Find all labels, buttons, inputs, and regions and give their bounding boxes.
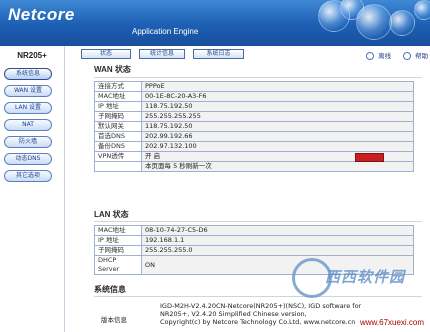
sidebar-item-lan-settings[interactable]: LAN 设置 bbox=[4, 102, 52, 114]
section-divider bbox=[94, 296, 422, 297]
table-row: 连接方式 PPPoE bbox=[94, 81, 414, 92]
wan-label: VPN透传 bbox=[94, 151, 142, 162]
lan-label: 子网掩码 bbox=[94, 245, 142, 256]
wan-value: 118.75.192.50 bbox=[141, 101, 414, 112]
lan-status-title: LAN 状态 bbox=[94, 210, 129, 219]
system-info-title: 系统信息 bbox=[94, 285, 126, 294]
table-row: MAC地址 08-10-74-27-C5-D6 bbox=[94, 225, 414, 236]
wan-value: 202.97.132.100 bbox=[141, 141, 414, 152]
wan-value: 202.99.192.66 bbox=[141, 131, 414, 142]
brand-logo: Netcore bbox=[8, 5, 75, 24]
table-row: 备份DNS 202.97.132.100 bbox=[94, 141, 414, 152]
wan-label: 首选DNS bbox=[94, 131, 142, 142]
offline-label: 离线 bbox=[378, 52, 392, 60]
help-label: 帮助 bbox=[415, 52, 429, 60]
site-url: www.67xuexi.com bbox=[360, 318, 425, 327]
sidebar-menu: 系统信息 WAN 设置 LAN 设置 NAT 防火墙 动态DNS 其它选项 bbox=[4, 68, 52, 187]
wan-label: 备份DNS bbox=[94, 141, 142, 152]
watermark: 西西软件园 bbox=[292, 258, 422, 298]
sidebar-item-other-options[interactable]: 其它选项 bbox=[4, 170, 52, 182]
table-row: 子网掩码 255.255.255.255 bbox=[94, 111, 414, 122]
table-row: IP 地址 118.75.192.50 bbox=[94, 101, 414, 112]
sidebar-item-dynamic-dns[interactable]: 动态DNS bbox=[4, 153, 52, 165]
table-row: 本页面每 5 秒刷新一次 bbox=[94, 161, 414, 172]
help-icon bbox=[403, 52, 411, 60]
section-divider bbox=[94, 77, 422, 78]
version-label: 版本信息 bbox=[101, 316, 127, 324]
version-line: IGD-M2H-V2.4.20CN-Netcore(NR205+)(NSC), … bbox=[160, 302, 362, 310]
offline-link[interactable]: 离线 bbox=[366, 50, 391, 60]
sidebar-item-wan-settings[interactable]: WAN 设置 bbox=[4, 85, 52, 97]
version-info: IGD-M2H-V2.4.20CN-Netcore(NR205+)(NSC), … bbox=[160, 302, 413, 332]
wan-label: 连接方式 bbox=[94, 81, 142, 92]
sidebar-item-firewall[interactable]: 防火墙 bbox=[4, 136, 52, 148]
help-link[interactable]: 帮助 bbox=[403, 50, 428, 60]
lan-value: 08-10-74-27-C5-D6 bbox=[141, 225, 414, 236]
tab-system-log[interactable]: 系统日志 bbox=[193, 49, 244, 59]
table-row: IP 地址 192.168.1.1 bbox=[94, 235, 414, 246]
lan-label: MAC地址 bbox=[94, 225, 142, 236]
wan-status-title: WAN 状态 bbox=[94, 65, 131, 74]
wan-value: 118.75.192.50 bbox=[141, 121, 414, 132]
app-subtitle: Application Engine bbox=[132, 27, 199, 36]
decorative-bubble bbox=[414, 0, 430, 20]
decorative-bubble bbox=[389, 10, 415, 36]
refresh-button[interactable] bbox=[355, 153, 384, 162]
lan-value: 255.255.255.0 bbox=[141, 245, 414, 256]
wan-label: 默认网关 bbox=[94, 121, 142, 132]
table-row: MAC地址 00-1E-8C-20-A3-F6 bbox=[94, 91, 414, 102]
wan-label: IP 地址 bbox=[94, 101, 142, 112]
sidebar-item-nat[interactable]: NAT bbox=[4, 119, 52, 131]
wan-label: MAC地址 bbox=[94, 91, 142, 102]
refresh-note: 本页面每 5 秒刷新一次 bbox=[141, 161, 414, 172]
wan-value: PPPoE bbox=[141, 81, 414, 92]
lan-label: IP 地址 bbox=[94, 235, 142, 246]
wan-value: 255.255.255.255 bbox=[141, 111, 414, 122]
wan-label bbox=[94, 161, 142, 172]
tab-statistics[interactable]: 统计信息 bbox=[139, 49, 185, 59]
wan-label: 子网掩码 bbox=[94, 111, 142, 122]
lan-label: DHCP Server bbox=[94, 255, 142, 275]
app-header: Netcore Application Engine bbox=[0, 0, 430, 46]
table-row: 首选DNS 202.99.192.66 bbox=[94, 131, 414, 142]
table-row: 子网掩码 255.255.255.0 bbox=[94, 245, 414, 256]
section-divider bbox=[94, 221, 422, 222]
watermark-text: 西西软件园 bbox=[325, 269, 406, 286]
sidebar-item-system-info[interactable]: 系统信息 bbox=[4, 68, 52, 80]
table-row: 默认网关 118.75.192.50 bbox=[94, 121, 414, 132]
lan-value: 192.168.1.1 bbox=[141, 235, 414, 246]
offline-icon bbox=[366, 52, 374, 60]
wan-value: 00-1E-8C-20-A3-F6 bbox=[141, 91, 414, 102]
device-model: NR205+ bbox=[17, 51, 47, 60]
decorative-bubble bbox=[356, 4, 392, 40]
version-line: NR205+, V2.4.20 Simplified Chinese versi… bbox=[160, 310, 307, 318]
tab-status[interactable]: 状态 bbox=[81, 49, 131, 59]
sidebar: NR205+ 系统信息 WAN 设置 LAN 设置 NAT 防火墙 动态DNS … bbox=[0, 46, 65, 332]
